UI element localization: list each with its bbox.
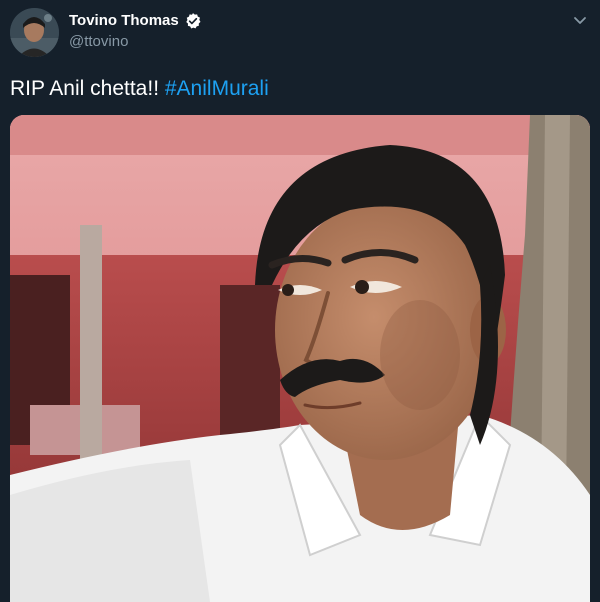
hashtag-link[interactable]: #AnilMurali (165, 77, 269, 100)
chevron-down-icon[interactable] (572, 12, 588, 28)
display-name[interactable]: Tovino Thomas (69, 12, 179, 30)
tweet-text-plain: RIP Anil chetta!! (10, 77, 165, 100)
tweet-card: Tovino Thomas @ttovino RIP Anil chetta!!… (0, 0, 600, 602)
tweet-text: RIP Anil chetta!! #AnilMurali (10, 76, 269, 102)
tweet-photo[interactable] (10, 115, 590, 602)
name-row: Tovino Thomas (69, 12, 202, 30)
user-handle[interactable]: @ttovino (69, 33, 128, 51)
profile-avatar[interactable] (10, 8, 59, 57)
verified-badge-icon (184, 12, 202, 30)
photo-illustration (10, 115, 590, 602)
